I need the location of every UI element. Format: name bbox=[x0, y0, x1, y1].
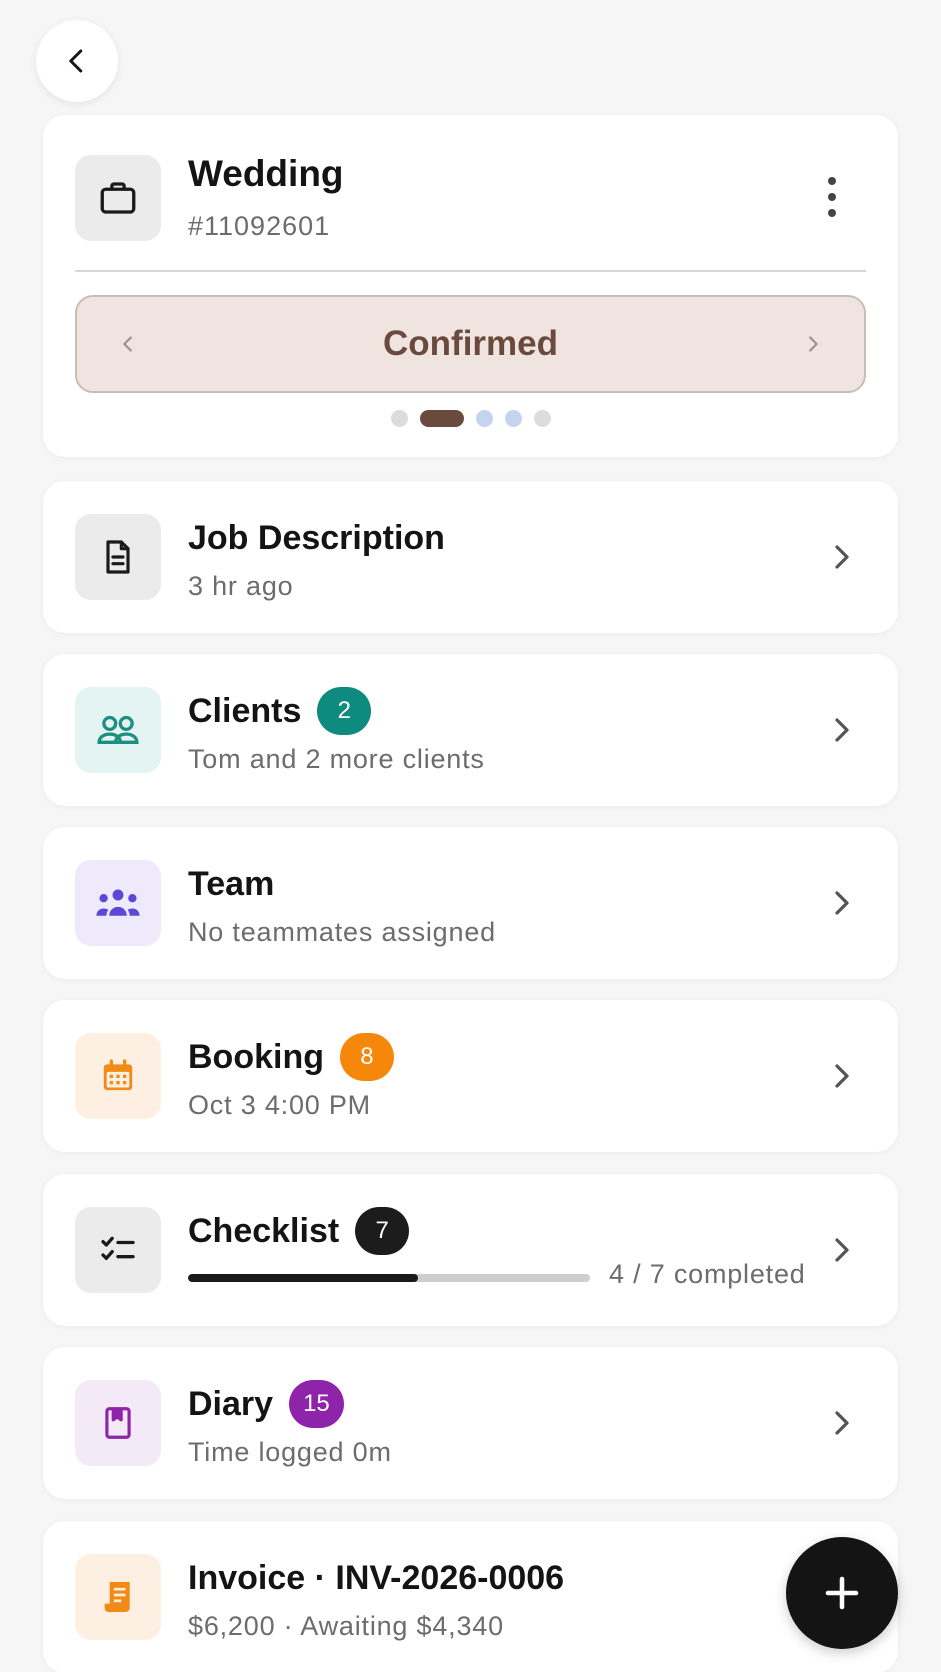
job-header-card: Wedding #11092601 Confirmed bbox=[43, 115, 898, 457]
job-title: Wedding bbox=[188, 153, 344, 194]
booking-row[interactable]: Booking 8 Oct 3 4:00 PM bbox=[43, 1000, 898, 1152]
diary-subtitle: Time logged 0m bbox=[188, 1437, 392, 1467]
invoice-row[interactable]: Invoice · INV-2026-0006 $6,200 · Awaitin… bbox=[43, 1521, 898, 1672]
status-previous-button[interactable] bbox=[113, 329, 143, 359]
calendar-icon bbox=[103, 1059, 133, 1091]
status-step-dot bbox=[390, 410, 408, 427]
clients-row[interactable]: Clients 2 Tom and 2 more clients bbox=[43, 654, 898, 806]
clients-subtitle: Tom and 2 more clients bbox=[188, 744, 485, 774]
chevron-right-icon bbox=[830, 1058, 854, 1094]
status-next-button[interactable] bbox=[798, 329, 828, 359]
clients-title: Clients bbox=[188, 691, 302, 730]
job-number: #11092601 bbox=[188, 211, 331, 241]
status-step-dot bbox=[533, 410, 551, 427]
team-title: Team bbox=[188, 864, 275, 903]
chevron-right-icon bbox=[830, 539, 854, 575]
chevron-right-icon bbox=[830, 1405, 854, 1441]
chevron-left-icon bbox=[123, 336, 132, 352]
back-button[interactable] bbox=[36, 20, 118, 102]
checklist-progress-fill bbox=[188, 1274, 418, 1282]
clients-count-badge: 2 bbox=[317, 687, 372, 735]
invoice-icon-box bbox=[75, 1554, 161, 1640]
booking-title: Booking bbox=[188, 1037, 324, 1076]
more-options-icon[interactable] bbox=[822, 177, 842, 217]
document-icon bbox=[106, 540, 130, 574]
status-step-dot bbox=[475, 410, 493, 427]
add-button[interactable] bbox=[786, 1537, 898, 1649]
diary-count-badge: 15 bbox=[289, 1380, 344, 1428]
checklist-row[interactable]: Checklist 7 4 / 7 completed bbox=[43, 1174, 898, 1326]
status-step-indicator bbox=[43, 410, 898, 427]
team-row[interactable]: Team No teammates assigned bbox=[43, 827, 898, 979]
job-description-title: Job Description bbox=[188, 518, 445, 557]
bookmark-book-icon bbox=[105, 1407, 131, 1439]
status-selector[interactable]: Confirmed bbox=[75, 295, 866, 393]
receipt-icon bbox=[104, 1582, 130, 1612]
diary-row[interactable]: Diary 15 Time logged 0m bbox=[43, 1347, 898, 1499]
people-icon bbox=[97, 715, 139, 744]
chevron-right-icon bbox=[830, 712, 854, 748]
checklist-progress-bar bbox=[188, 1274, 590, 1282]
booking-count-badge: 8 bbox=[339, 1033, 394, 1081]
checklist-progress-text: 4 / 7 completed bbox=[609, 1259, 806, 1289]
checklist-count-badge: 7 bbox=[355, 1207, 410, 1255]
chevron-right-icon bbox=[830, 885, 854, 921]
diary-icon-box bbox=[75, 1380, 161, 1466]
plus-icon bbox=[825, 1576, 859, 1610]
status-step-dot bbox=[419, 410, 464, 427]
status-step-dot bbox=[504, 410, 522, 427]
checklist-icon bbox=[101, 1236, 135, 1260]
invoice-title: Invoice · INV-2026-0006 bbox=[188, 1558, 565, 1597]
job-description-icon-box bbox=[75, 514, 161, 600]
booking-icon-box bbox=[75, 1033, 161, 1119]
checklist-icon-box bbox=[75, 1207, 161, 1293]
booking-subtitle: Oct 3 4:00 PM bbox=[188, 1090, 371, 1120]
team-icon bbox=[96, 889, 140, 916]
job-type-icon-box bbox=[75, 155, 161, 241]
checklist-title: Checklist bbox=[188, 1211, 340, 1250]
diary-title: Diary bbox=[188, 1384, 274, 1423]
clients-icon-box bbox=[75, 687, 161, 773]
job-detail-screen: Wedding #11092601 Confirmed Job Descript… bbox=[0, 0, 941, 1672]
status-label: Confirmed bbox=[383, 324, 558, 363]
chevron-right-icon bbox=[830, 1232, 854, 1268]
team-icon-box bbox=[75, 860, 161, 946]
chevron-right-icon bbox=[809, 336, 818, 352]
header-divider bbox=[75, 270, 866, 272]
job-description-subtitle: 3 hr ago bbox=[188, 571, 294, 601]
team-subtitle: No teammates assigned bbox=[188, 917, 496, 947]
chevron-left-icon bbox=[69, 49, 83, 73]
invoice-subtitle: $6,200 · Awaiting $4,340 bbox=[188, 1611, 504, 1641]
briefcase-icon bbox=[100, 182, 136, 214]
job-description-row[interactable]: Job Description 3 hr ago bbox=[43, 481, 898, 633]
